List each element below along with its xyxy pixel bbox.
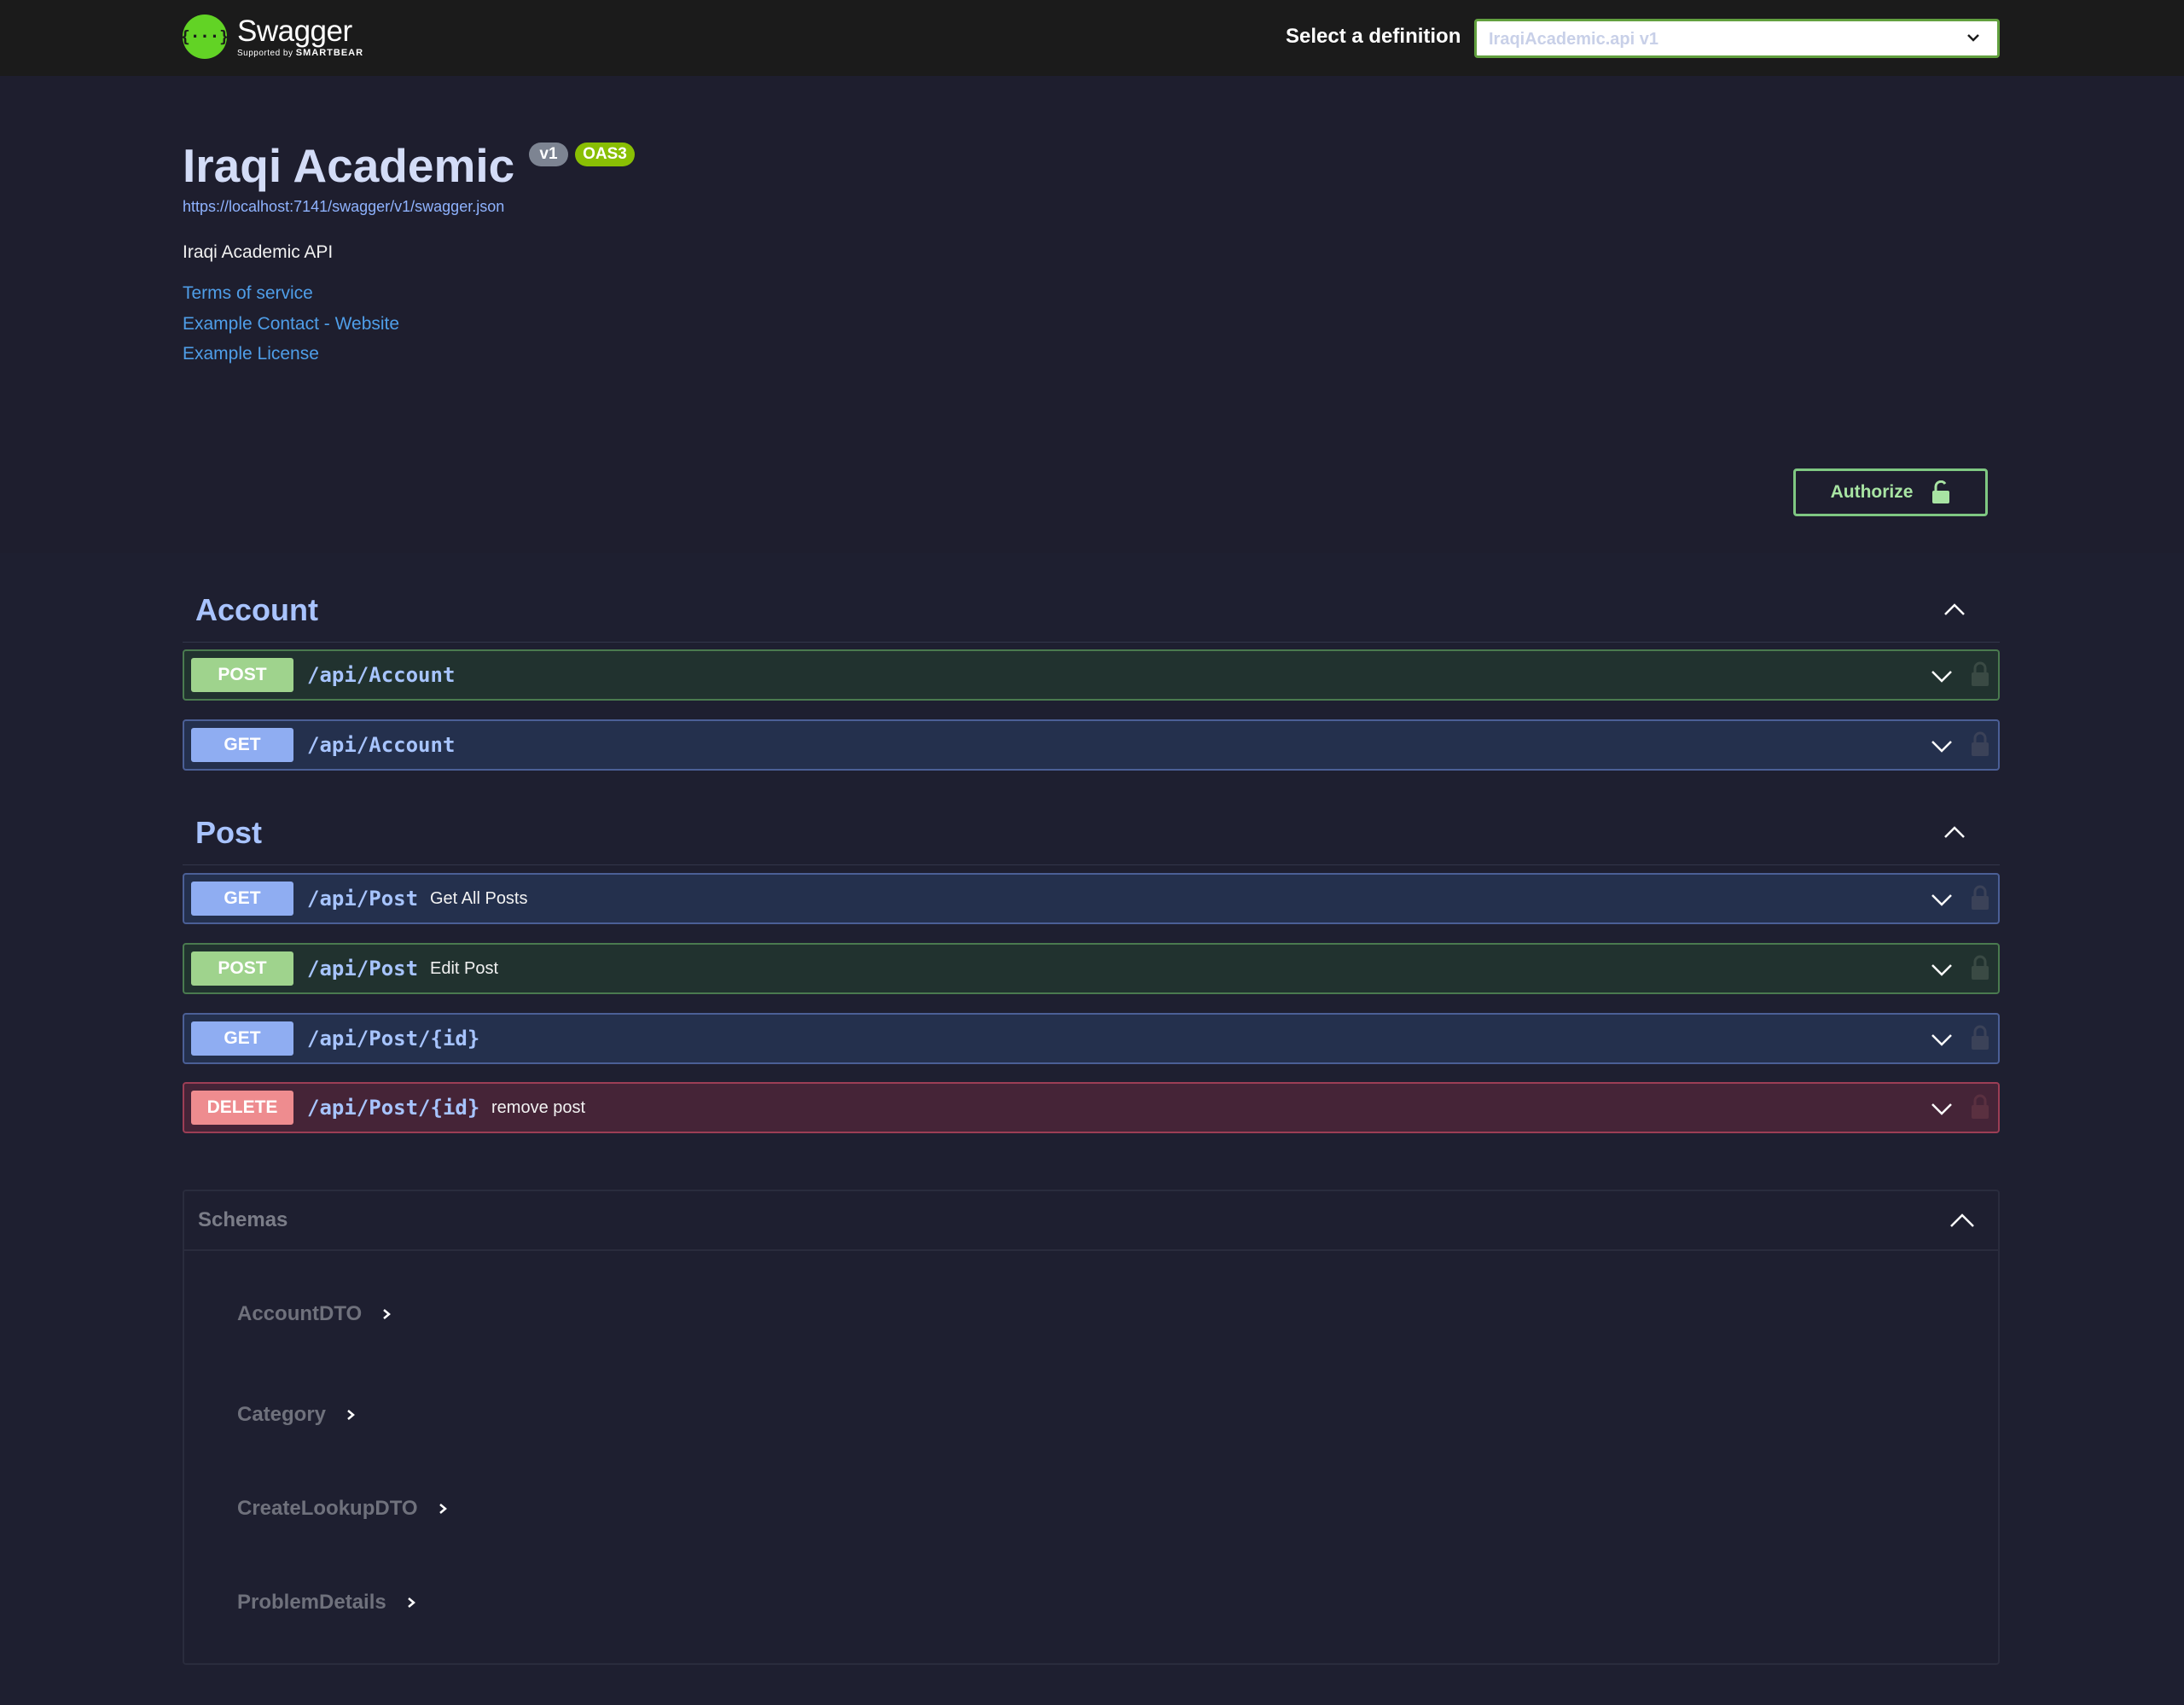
operation-path: /api/Post/{id} [307, 1027, 480, 1050]
version-badge: v1 [529, 143, 568, 166]
api-description: Iraqi Academic API [183, 242, 334, 262]
license-link[interactable]: Example License [183, 344, 319, 364]
lock-icon[interactable] [1971, 661, 1989, 687]
chevron-down-icon[interactable] [1930, 734, 1954, 758]
operation-get-account[interactable]: GET /api/Account [183, 719, 2000, 771]
method-badge: POST [191, 951, 293, 986]
chevron-down-icon [1967, 34, 1979, 42]
chevron-up-icon[interactable] [1942, 820, 1967, 846]
authorize-label: Authorize [1830, 482, 1914, 502]
tag-divider [183, 642, 2000, 643]
schema-item[interactable]: AccountDTO [237, 1302, 392, 1326]
chevron-right-icon [407, 1597, 415, 1608]
operation-path: /api/Post/{id} [307, 1096, 480, 1120]
tag-post[interactable]: Post [195, 815, 262, 851]
api-title: Iraqi Academic [183, 139, 515, 192]
operation-path: /api/Post [307, 887, 419, 911]
chevron-up-icon[interactable] [1942, 597, 1967, 623]
operation-delete-post-id[interactable]: DELETE /api/Post/{id} remove post [183, 1082, 2000, 1133]
schema-name: CreateLookupDTO [237, 1497, 418, 1520]
operation-post-post[interactable]: POST /api/Post Edit Post [183, 943, 2000, 994]
definition-selected-value: IraqiAcademic.api v1 [1489, 30, 1658, 49]
method-badge: POST [191, 658, 293, 692]
operation-path: /api/Account [307, 663, 456, 687]
operation-summary: Edit Post [430, 959, 499, 978]
operation-get-post-id[interactable]: GET /api/Post/{id} [183, 1013, 2000, 1064]
operation-path: /api/Account [307, 733, 456, 757]
operation-summary: remove post [491, 1098, 586, 1117]
chevron-down-icon[interactable] [1930, 887, 1954, 911]
chevron-right-icon [439, 1504, 447, 1514]
chevron-down-icon[interactable] [1930, 1097, 1954, 1120]
spec-url-link[interactable]: https://localhost:7141/swagger/v1/swagge… [183, 198, 504, 216]
schema-item[interactable]: CreateLookupDTO [237, 1497, 449, 1521]
operation-post-account[interactable]: POST /api/Account [183, 649, 2000, 701]
schema-name: ProblemDetails [237, 1591, 386, 1614]
operation-path: /api/Post [307, 957, 419, 981]
lock-icon[interactable] [1971, 731, 1989, 757]
unlock-icon [1932, 480, 1950, 503]
logo-name: Swagger [237, 14, 352, 48]
tag-divider [183, 864, 2000, 865]
top-bar: {···} Swagger Supported by SMARTBEAR Sel… [0, 0, 2184, 76]
schemas-section: Schemas AccountDTO Category CreateLookup… [183, 1190, 2000, 1665]
method-badge: GET [191, 1021, 293, 1056]
schemas-header[interactable]: Schemas [184, 1191, 1998, 1251]
lock-icon[interactable] [1971, 1025, 1989, 1050]
method-badge: GET [191, 882, 293, 916]
contact-link[interactable]: Example Contact - Website [183, 314, 399, 335]
chevron-down-icon[interactable] [1930, 664, 1954, 688]
operation-get-post[interactable]: GET /api/Post Get All Posts [183, 873, 2000, 924]
lock-icon[interactable] [1971, 955, 1989, 981]
tag-account[interactable]: Account [195, 592, 318, 628]
schema-name: Category [237, 1403, 327, 1426]
definition-select[interactable]: IraqiAcademic.api v1 [1474, 19, 2000, 58]
schema-item[interactable]: Category [237, 1403, 357, 1427]
swagger-logo[interactable]: {···} Swagger Supported by SMARTBEAR [180, 12, 364, 61]
method-badge: DELETE [191, 1091, 293, 1125]
schema-item[interactable]: ProblemDetails [237, 1591, 417, 1615]
schemas-title: Schemas [198, 1208, 288, 1231]
method-badge: GET [191, 728, 293, 762]
lock-icon[interactable] [1971, 1094, 1989, 1120]
chevron-right-icon [347, 1410, 355, 1420]
logo-subtitle: Supported by SMARTBEAR [237, 47, 364, 58]
chevron-down-icon[interactable] [1930, 957, 1954, 981]
oas-badge: OAS3 [575, 143, 635, 166]
schema-name: AccountDTO [237, 1302, 363, 1325]
authorize-button[interactable]: Authorize [1793, 468, 1988, 516]
chevron-right-icon [383, 1309, 392, 1319]
terms-of-service-link[interactable]: Terms of service [183, 283, 313, 304]
swagger-logo-icon: {···} [180, 15, 229, 59]
chevron-down-icon[interactable] [1930, 1027, 1954, 1051]
chevron-up-icon[interactable] [1949, 1208, 1976, 1234]
operation-summary: Get All Posts [430, 889, 528, 908]
definition-label: Select a definition [1286, 25, 1461, 48]
lock-icon[interactable] [1971, 885, 1989, 911]
